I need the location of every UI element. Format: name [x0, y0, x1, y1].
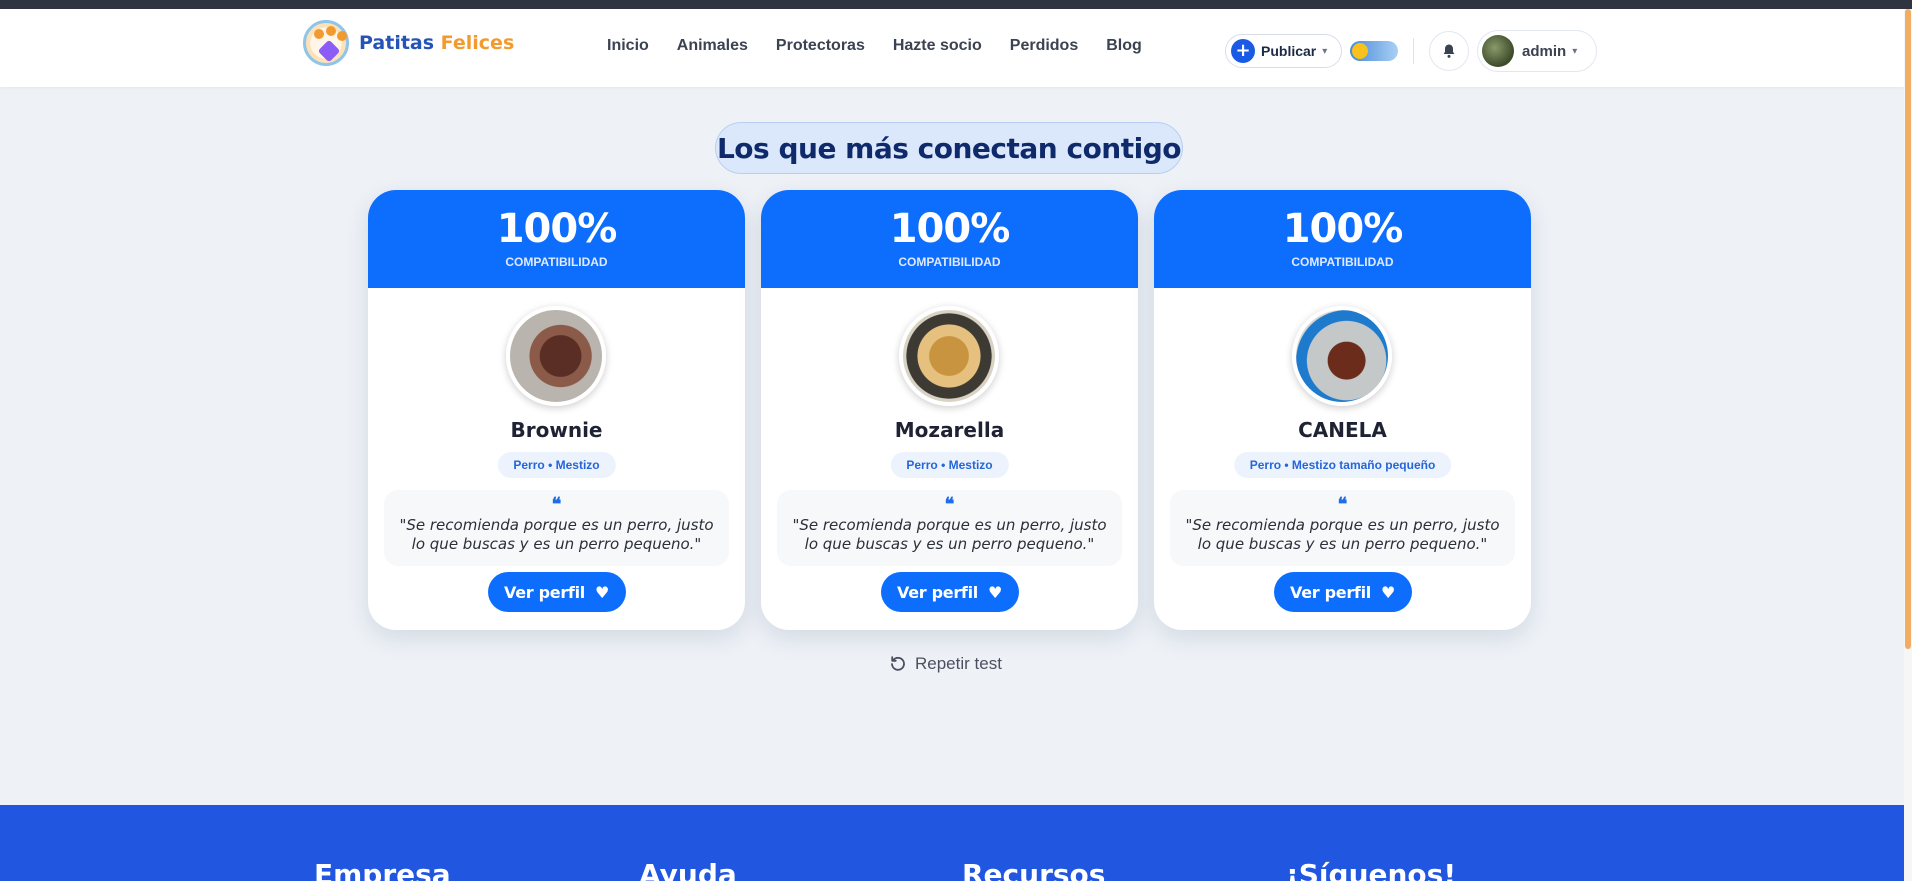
compatibility-label: COMPATIBILIDAD [1291, 255, 1394, 269]
compatibility-percent: 100% [1282, 206, 1404, 252]
view-profile-label: Ver perfil [1290, 582, 1371, 602]
browser-top-strip [0, 0, 1912, 9]
main-nav: Inicio Animales Protectoras Hazte socio … [607, 37, 1170, 55]
heart-icon: ♥ [1380, 582, 1395, 602]
rotate-ccw-icon [891, 656, 905, 671]
site-footer [0, 805, 1904, 881]
publish-button[interactable]: + Publicar ▾ [1225, 34, 1343, 68]
compatibility-percent: 100% [889, 206, 1011, 252]
pet-tag: Perro • Mestizo tamaño pequeño [1233, 452, 1452, 478]
scrollbar-thumb[interactable] [1905, 9, 1911, 649]
view-profile-label: Ver perfil [897, 582, 978, 602]
recommendation-text: "Se recomienda porque es un perro, justo… [1185, 516, 1500, 553]
nav-link-inicio[interactable]: Inicio [607, 37, 649, 55]
footer-heading-siguenos: ¡Síguenos! [1286, 858, 1457, 881]
chevron-down-icon: ▾ [1322, 45, 1328, 57]
quote-icon: ❝ [551, 494, 562, 515]
brand-name-part1: Patitas [359, 32, 435, 54]
pet-tag: Perro • Mestizo [890, 452, 1009, 478]
compatibility-percent: 100% [496, 206, 618, 252]
sun-icon [1352, 43, 1368, 59]
card-header: 100% COMPATIBILIDAD [1154, 190, 1531, 288]
match-card: 100% COMPATIBILIDAD Brownie Perro • Mest… [368, 190, 745, 630]
section-title: Los que más conectan contigo [715, 122, 1183, 174]
pet-photo [899, 306, 999, 406]
quote-icon: ❝ [1337, 494, 1348, 515]
page-scrollbar[interactable] [1904, 9, 1912, 881]
nav-link-blog[interactable]: Blog [1106, 37, 1142, 55]
heart-icon: ♥ [594, 582, 609, 602]
compatibility-label: COMPATIBILIDAD [898, 255, 1001, 269]
nav-link-protectoras[interactable]: Protectoras [776, 37, 865, 55]
recommendation-text: "Se recomienda porque es un perro, justo… [399, 516, 714, 553]
theme-toggle[interactable] [1350, 41, 1398, 61]
recommendation-box: ❝ "Se recomienda porque es un perro, jus… [384, 490, 729, 566]
pet-name: CANELA [1298, 418, 1387, 442]
user-menu-button[interactable]: admin ▾ [1477, 30, 1597, 72]
pet-photo [506, 306, 606, 406]
paw-logo-icon [303, 20, 349, 66]
brand-logo-link[interactable]: Patitas Felices [303, 19, 514, 67]
view-profile-button[interactable]: Ver perfil ♥ [880, 572, 1019, 612]
user-name: admin [1522, 42, 1567, 60]
repeat-test-label: Repetir test [915, 654, 1002, 673]
nav-link-hazte-socio[interactable]: Hazte socio [893, 37, 982, 55]
repeat-test-link[interactable]: Repetir test [889, 654, 1002, 674]
pet-name: Mozarella [894, 418, 1005, 442]
nav-link-perdidos[interactable]: Perdidos [1010, 37, 1078, 55]
brand-name-part2: Felices [440, 32, 515, 54]
footer-heading-ayuda: Ayuda [639, 858, 737, 881]
pet-tag: Perro • Mestizo [497, 452, 616, 478]
match-card: 100% COMPATIBILIDAD CANELA Perro • Mesti… [1154, 190, 1531, 630]
plus-circle-icon: + [1231, 39, 1255, 63]
avatar [1482, 35, 1514, 67]
brand-name: Patitas Felices [359, 32, 514, 54]
pet-photo [1292, 306, 1392, 406]
recommendation-box: ❝ "Se recomienda porque es un perro, jus… [777, 490, 1122, 566]
quote-icon: ❝ [944, 494, 955, 515]
heart-icon: ♥ [987, 582, 1002, 602]
pet-name: Brownie [510, 418, 603, 442]
card-header: 100% COMPATIBILIDAD [761, 190, 1138, 288]
view-profile-button[interactable]: Ver perfil ♥ [1273, 572, 1412, 612]
footer-heading-recursos: Recursos [962, 858, 1106, 881]
recommendation-box: ❝ "Se recomienda porque es un perro, jus… [1170, 490, 1515, 566]
notifications-button[interactable] [1429, 31, 1469, 71]
chevron-down-icon: ▾ [1572, 45, 1578, 57]
nav-link-animales[interactable]: Animales [677, 37, 748, 55]
view-profile-label: Ver perfil [504, 582, 585, 602]
publish-label: Publicar [1261, 43, 1317, 59]
bell-icon [1443, 44, 1455, 58]
header-divider [1413, 38, 1414, 64]
footer-heading-empresa: Empresa [314, 858, 451, 881]
recommendation-text: "Se recomienda porque es un perro, justo… [792, 516, 1107, 553]
view-profile-button[interactable]: Ver perfil ♥ [487, 572, 626, 612]
compatibility-label: COMPATIBILIDAD [505, 255, 608, 269]
card-header: 100% COMPATIBILIDAD [368, 190, 745, 288]
match-card: 100% COMPATIBILIDAD Mozarella Perro • Me… [761, 190, 1138, 630]
